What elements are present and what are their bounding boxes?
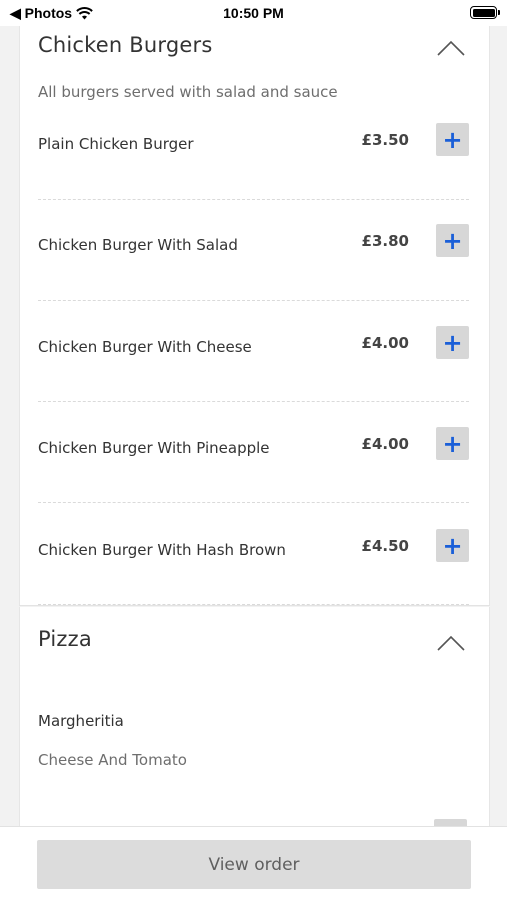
- view-order-button[interactable]: View order: [37, 840, 471, 889]
- add-item-button[interactable]: +: [436, 123, 469, 156]
- plus-icon: +: [442, 429, 463, 458]
- divider: [38, 604, 469, 605]
- menu-item: Chicken Burger With Salad £3.80 +: [20, 223, 491, 324]
- item-name: Chicken Burger With Pineapple: [38, 439, 270, 457]
- plus-icon: +: [442, 226, 463, 255]
- section-chicken-burgers: Chicken Burgers All burgers served with …: [19, 20, 490, 606]
- item-price: £4.50: [361, 537, 409, 555]
- item-name: Plain Chicken Burger: [38, 135, 194, 153]
- item-price: £4.00: [361, 435, 409, 453]
- menu-item: Chicken Burger With Cheese £4.00 +: [20, 324, 491, 425]
- divider: [38, 401, 469, 402]
- bottom-bar: View order: [0, 826, 507, 900]
- section-description: All burgers served with salad and sauce: [38, 83, 338, 101]
- chevron-up-icon[interactable]: [437, 40, 465, 56]
- menu-item: Plain Chicken Burger £3.50 +: [20, 122, 491, 223]
- status-bar: ◀ Photos 10:50 PM: [0, 0, 507, 26]
- item-price: £3.80: [361, 232, 409, 250]
- item-name: Chicken Burger With Cheese: [38, 338, 252, 356]
- item-name: Margheritia: [38, 712, 124, 730]
- section-title: Pizza: [38, 627, 92, 651]
- section-pizza: Pizza Margheritia Cheese And Tomato: [19, 607, 490, 847]
- section-title: Chicken Burgers: [38, 33, 213, 57]
- add-item-button[interactable]: +: [436, 427, 469, 460]
- item-price: £3.50: [361, 131, 409, 149]
- battery-icon: [470, 6, 500, 19]
- item-description: Cheese And Tomato: [38, 751, 187, 769]
- item-name: Chicken Burger With Salad: [38, 236, 238, 254]
- menu-item: Chicken Burger With Pineapple £4.00 +: [20, 425, 491, 526]
- status-time: 10:50 PM: [223, 5, 284, 21]
- plus-icon: +: [442, 531, 463, 560]
- item-price: £4.00: [361, 334, 409, 352]
- item-name: Chicken Burger With Hash Brown: [38, 541, 286, 559]
- add-item-button[interactable]: +: [436, 529, 469, 562]
- add-item-button[interactable]: +: [436, 326, 469, 359]
- divider: [38, 300, 469, 301]
- divider: [38, 502, 469, 503]
- plus-icon: +: [442, 125, 463, 154]
- chevron-up-icon[interactable]: [437, 635, 465, 651]
- plus-icon: +: [442, 328, 463, 357]
- divider: [38, 199, 469, 200]
- add-item-button[interactable]: +: [436, 224, 469, 257]
